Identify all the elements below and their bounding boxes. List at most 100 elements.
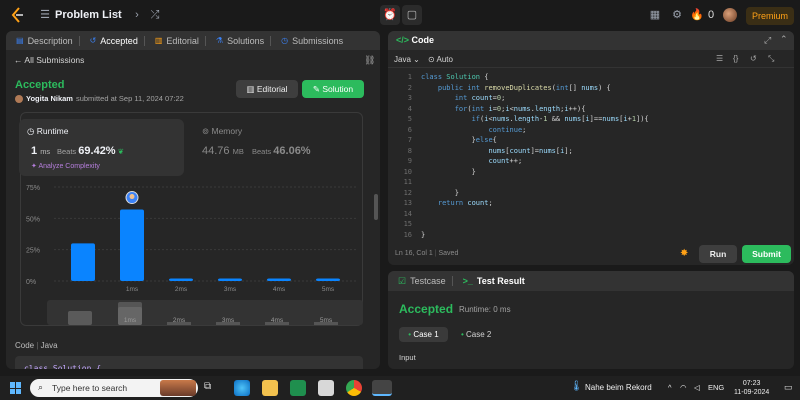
weather-text[interactable]: Nahe beim Rekord — [585, 383, 652, 392]
left-tabs: ▤ Description ↺ Accepted ▥ Editorial ⚗ Solut… — [6, 31, 380, 50]
line-number: 1 — [407, 73, 412, 81]
x-tick-label: 2ms — [175, 286, 188, 293]
line-number: 15 — [403, 220, 412, 228]
store-icon[interactable] — [318, 380, 334, 396]
run-button[interactable]: Run — [699, 245, 737, 263]
tab-editorial[interactable]: ▥ Editorial — [155, 36, 199, 46]
tab-accepted[interactable]: ↺ Accepted — [90, 36, 138, 46]
bookmark-icon[interactable]: ☰ — [716, 54, 723, 63]
left-scrollbar-thumb[interactable] — [374, 194, 378, 220]
user-marker-face — [129, 194, 135, 200]
list-icon[interactable]: ☰ — [38, 8, 52, 22]
note-icon[interactable]: ▢ — [402, 5, 422, 25]
solution-button[interactable]: ✎ Solution — [302, 80, 364, 98]
case-1-tab[interactable]: • Case 1 — [399, 327, 448, 342]
excel-icon[interactable] — [290, 380, 306, 396]
username[interactable]: Yogita Nikam — [26, 94, 73, 103]
language-selector[interactable]: Java ⌄ — [394, 55, 420, 64]
taskbar-search[interactable]: ⌕ Type here to search — [30, 379, 198, 397]
input-label: Input — [399, 353, 416, 362]
line-number: 2 — [407, 83, 412, 92]
volume-icon[interactable]: ◁ — [694, 383, 700, 392]
grid-icon[interactable]: ▦ — [648, 8, 662, 22]
code-editor[interactable]: 1 class Solution {2 public int removeDupl… — [388, 71, 794, 239]
tab-testcase[interactable]: ☑ Testcase — [398, 276, 446, 287]
notification-icon[interactable]: ▭ — [784, 382, 793, 393]
y-tick-label: 75% — [26, 185, 40, 192]
submission-panel: ▤ Description ↺ Accepted ▥ Editorial ⚗ Solut… — [6, 31, 380, 369]
task-view-icon[interactable]: ⧉ — [204, 381, 211, 392]
line-number: 12 — [403, 188, 412, 197]
analyze-complexity-link[interactable]: ✦ Analyze Complexity — [31, 162, 100, 170]
tab-description[interactable]: ▤ Description — [16, 36, 73, 46]
chart-bar — [267, 278, 291, 281]
chart-bar — [71, 243, 95, 281]
tab-submissions[interactable]: ◷ Submissions — [281, 36, 343, 46]
line-number: 9 — [407, 157, 412, 165]
code-line: }else{ — [421, 136, 497, 144]
chevron-right-icon[interactable]: › — [130, 8, 144, 22]
code-line: } — [421, 230, 426, 239]
line-number: 11 — [403, 178, 412, 186]
chart-bar — [218, 278, 242, 281]
reset-icon[interactable]: ↺ — [750, 54, 757, 63]
runtime-title: ◷ Runtime — [27, 126, 69, 136]
code-preview: class Solution { — [15, 356, 363, 369]
chrome-icon[interactable] — [346, 380, 362, 396]
code-line: for(int i=0;i<nums.length;i++){ — [454, 104, 586, 113]
shuffle-icon[interactable]: ⤮ — [148, 8, 162, 22]
terminal-icon: >_ — [462, 276, 473, 286]
debug-icon[interactable]: ✸ — [680, 248, 688, 259]
line-number: 16 — [403, 230, 412, 239]
submission-status: Accepted — [15, 79, 65, 91]
code-tab[interactable]: </> Code — [396, 35, 434, 45]
fire-icon[interactable]: 🔥 — [690, 8, 704, 22]
system-clock[interactable]: 07:23 11-09-2024 — [734, 379, 769, 397]
x-tick-label: 5ms — [322, 286, 335, 293]
code-editor-panel: </> Code ⤢ ⌃ Java ⌄ ⊙ Auto ☰ {} ↺ ⤡ 1 cla… — [388, 31, 794, 265]
timer-icon[interactable]: ⏰ — [380, 5, 400, 25]
chrome-active-icon[interactable] — [372, 380, 392, 396]
maximize-icon[interactable]: ⤢ — [764, 35, 771, 46]
edge-icon[interactable] — [234, 380, 250, 396]
code-line: continue; — [488, 125, 527, 134]
code-line: return count; — [437, 199, 493, 207]
panel-resizer[interactable] — [381, 31, 386, 369]
autocomplete-toggle[interactable]: ⊙ Auto — [428, 55, 453, 64]
submit-button[interactable]: Submit — [742, 245, 791, 263]
overview-tick-label: 5ms — [320, 317, 333, 324]
settings-icon[interactable]: ⚙ — [670, 8, 684, 22]
expand-icon[interactable]: ⤡ — [768, 54, 774, 64]
link-icon[interactable]: ⛓ — [364, 55, 375, 66]
file-explorer-icon[interactable] — [262, 380, 278, 396]
all-submissions-link[interactable]: ← All Submissions — [14, 55, 84, 65]
editorial-button[interactable]: ▥ Editorial — [236, 80, 298, 98]
line-number: 6 — [407, 125, 412, 134]
y-tick-label: 25% — [26, 248, 40, 255]
x-tick-label: 4ms — [273, 286, 286, 293]
user-avatar[interactable] — [723, 8, 737, 22]
tab-test-result[interactable]: >_ Test Result — [463, 276, 525, 286]
braces-icon[interactable]: {} — [733, 54, 738, 63]
overview-tick-label: 2ms — [173, 317, 186, 324]
wifi-icon[interactable]: ◠ — [680, 383, 687, 392]
chevron-up-icon[interactable]: ^ — [668, 383, 672, 392]
test-result-status: Accepted — [399, 302, 454, 316]
premium-button[interactable]: Premium — [746, 7, 794, 25]
chart-bar — [169, 278, 193, 281]
leetcode-logo-icon[interactable] — [10, 7, 26, 23]
runtime-card[interactable]: ◷ Runtime 1 ms Beats 69.42% ❦ ✦ Analyze … — [19, 119, 184, 176]
test-result-panel: ☑ Testcase >_ Test Result Accepted Runtime… — [388, 271, 794, 369]
case-2-tab[interactable]: • Case 2 — [461, 327, 491, 342]
arrow-left-icon: ← — [14, 55, 25, 65]
overview-tick-label: 4ms — [271, 317, 284, 324]
chevron-left-icon[interactable]: ‹ — [110, 8, 124, 22]
windows-start-icon[interactable] — [10, 382, 22, 394]
runtime-distribution-chart[interactable]: 75% 50% 25% 0% 1ms 2ms 3ms 4ms 5ms 1ms 2ms 3ms 4ms 5m… — [20, 181, 363, 327]
tab-solutions[interactable]: ⚗ Solutions — [216, 36, 264, 46]
memory-title[interactable]: ⊚ Memory — [202, 126, 242, 137]
language-indicator[interactable]: ENG — [708, 383, 724, 392]
chevron-up-icon[interactable]: ⌃ — [780, 34, 788, 45]
search-highlight-image — [160, 380, 196, 396]
overview-tick-label: 3ms — [222, 317, 235, 324]
